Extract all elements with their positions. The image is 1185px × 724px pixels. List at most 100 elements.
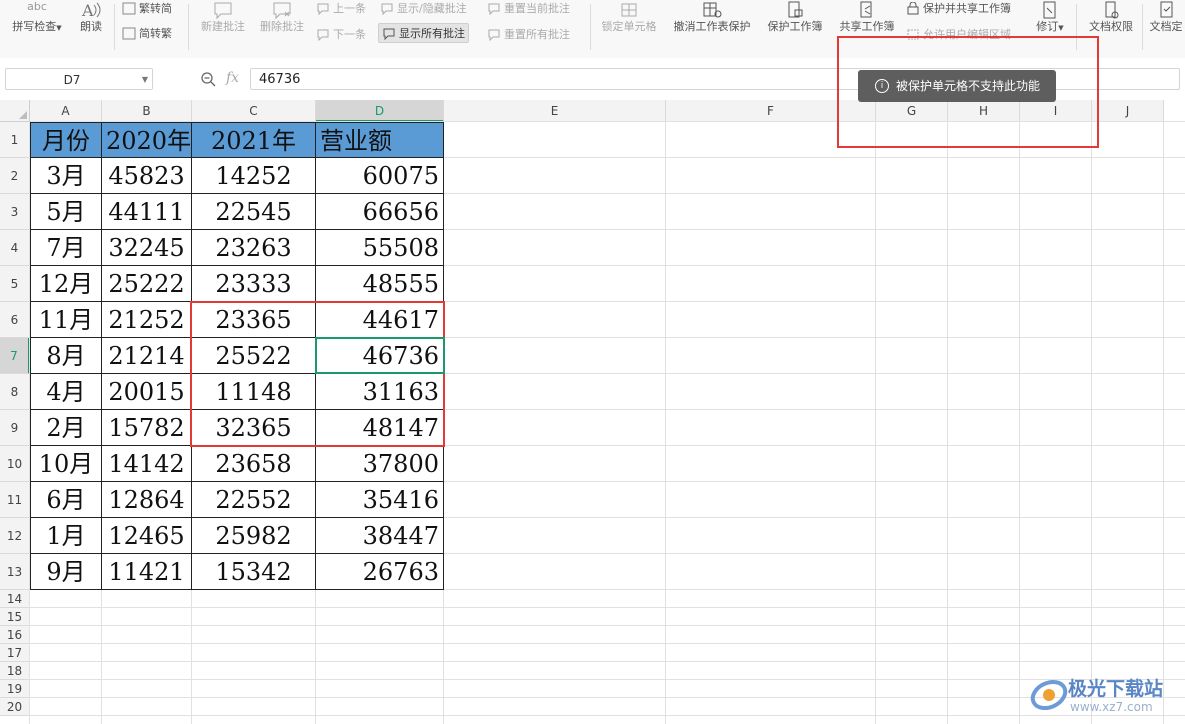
- protect-share-icon: [907, 1, 919, 14]
- column-header-a[interactable]: A: [30, 100, 102, 122]
- table-cell[interactable]: 14252: [192, 158, 316, 194]
- table-cell[interactable]: 12月: [30, 266, 102, 302]
- row-header-19[interactable]: 19: [0, 680, 30, 698]
- chevron-down-icon[interactable]: ▼: [142, 69, 148, 91]
- row-header-16[interactable]: 16: [0, 626, 30, 644]
- row-header-10[interactable]: 10: [0, 446, 30, 482]
- select-all-corner[interactable]: [0, 100, 30, 122]
- row-header-13[interactable]: 13: [0, 554, 30, 590]
- table-header-cell[interactable]: 2020年: [102, 122, 192, 158]
- table-cell[interactable]: 12465: [102, 518, 192, 554]
- spreadsheet-grid[interactable]: A B C D E F G H I J 1 2 3 4 5 6 7 8 9 10 11 12 13 14 15 16 17 18 19 2…: [0, 100, 1185, 724]
- row-header-6[interactable]: 6: [0, 302, 30, 338]
- column-header-c[interactable]: C: [192, 100, 316, 122]
- table-cell[interactable]: 35416: [316, 482, 444, 518]
- row-header-1[interactable]: 1: [0, 122, 30, 158]
- delete-comment-button[interactable]: 删除批注: [255, 0, 309, 34]
- table-cell[interactable]: 15342: [192, 554, 316, 590]
- table-cell[interactable]: 8月: [30, 338, 102, 374]
- table-cell[interactable]: 55508: [316, 230, 444, 266]
- table-cell[interactable]: 15782: [102, 410, 192, 446]
- table-cell[interactable]: 12864: [102, 482, 192, 518]
- table-cell[interactable]: 21214: [102, 338, 192, 374]
- spell-check-button[interactable]: abc 拼写检查▼: [8, 0, 66, 35]
- row-header-20[interactable]: 20: [0, 698, 30, 716]
- row-header-11[interactable]: 11: [0, 482, 30, 518]
- ribbon-separator: [590, 4, 591, 50]
- name-box[interactable]: D7 ▼: [5, 68, 153, 90]
- table-cell[interactable]: 7月: [30, 230, 102, 266]
- table-header-cell[interactable]: 月份: [30, 122, 102, 158]
- table-cell[interactable]: 26763: [316, 554, 444, 590]
- table-cell[interactable]: 38447: [316, 518, 444, 554]
- next-item-button[interactable]: 下一条: [316, 26, 366, 42]
- table-cell[interactable]: 2月: [30, 410, 102, 446]
- row-header-7[interactable]: 7: [0, 338, 30, 374]
- revise-button[interactable]: 修订▼: [1030, 0, 1070, 35]
- active-cell-cursor[interactable]: [315, 337, 445, 374]
- lock-cell-button[interactable]: 锁定单元格: [596, 0, 662, 34]
- table-cell[interactable]: 6月: [30, 482, 102, 518]
- zoom-icon[interactable]: [200, 71, 216, 87]
- fx-icon[interactable]: fx: [226, 70, 239, 86]
- share-workbook-button[interactable]: 共享工作簿: [834, 0, 900, 34]
- protect-workbook-button[interactable]: 保护工作簿: [762, 0, 828, 34]
- table-cell[interactable]: 23333: [192, 266, 316, 302]
- table-cell[interactable]: 11月: [30, 302, 102, 338]
- doc-final-button[interactable]: 文档定: [1146, 0, 1185, 34]
- column-header-b[interactable]: B: [102, 100, 192, 122]
- ribbon-separator: [1142, 4, 1143, 50]
- row-header-5[interactable]: 5: [0, 266, 30, 302]
- table-cell[interactable]: 48555: [316, 266, 444, 302]
- unprotect-sheet-button[interactable]: 撤消工作表保护: [668, 0, 756, 34]
- column-header-j[interactable]: J: [1092, 100, 1164, 122]
- table-header-cell[interactable]: 营业额: [316, 122, 444, 158]
- row-header-8[interactable]: 8: [0, 374, 30, 410]
- row-header-9[interactable]: 9: [0, 410, 30, 446]
- reset-all-comments-button[interactable]: 重置所有批注: [487, 26, 570, 42]
- read-aloud-button[interactable]: A 朗读: [76, 0, 106, 34]
- table-cell[interactable]: 5月: [30, 194, 102, 230]
- row-header-4[interactable]: 4: [0, 230, 30, 266]
- table-cell[interactable]: 21252: [102, 302, 192, 338]
- doc-permission-button[interactable]: 文档权限: [1082, 0, 1140, 34]
- table-cell[interactable]: 20015: [102, 374, 192, 410]
- reset-current-comment-button[interactable]: 重置当前批注: [487, 0, 570, 16]
- table-cell[interactable]: 1月: [30, 518, 102, 554]
- table-cell[interactable]: 3月: [30, 158, 102, 194]
- row-header-2[interactable]: 2: [0, 158, 30, 194]
- table-cell[interactable]: 10月: [30, 446, 102, 482]
- table-cell[interactable]: 14142: [102, 446, 192, 482]
- protect-share-workbook-button[interactable]: 保护并共享工作簿: [906, 0, 1011, 16]
- show-hide-comment-button[interactable]: 显示/隐藏批注: [380, 0, 467, 16]
- table-cell[interactable]: 22545: [192, 194, 316, 230]
- new-comment-button[interactable]: 新建批注: [196, 0, 250, 34]
- column-header-e[interactable]: E: [444, 100, 666, 122]
- table-cell[interactable]: 60075: [316, 158, 444, 194]
- table-cell[interactable]: 4月: [30, 374, 102, 410]
- table-header-cell[interactable]: 2021年: [192, 122, 316, 158]
- table-cell[interactable]: 23658: [192, 446, 316, 482]
- prev-item-button[interactable]: 上一条: [316, 0, 366, 16]
- table-cell[interactable]: 22552: [192, 482, 316, 518]
- table-cell[interactable]: 37800: [316, 446, 444, 482]
- table-cell[interactable]: 45823: [102, 158, 192, 194]
- row-header-14[interactable]: 14: [0, 590, 30, 608]
- table-cell[interactable]: 9月: [30, 554, 102, 590]
- table-cell[interactable]: 44111: [102, 194, 192, 230]
- column-header-d[interactable]: D: [316, 100, 444, 122]
- table-cell[interactable]: 32245: [102, 230, 192, 266]
- simp-to-trad-button[interactable]: 简转繁: [122, 25, 172, 41]
- table-cell[interactable]: 25982: [192, 518, 316, 554]
- row-header-15[interactable]: 15: [0, 608, 30, 626]
- show-all-comments-button[interactable]: 显示所有批注: [378, 23, 469, 43]
- table-cell[interactable]: 66656: [316, 194, 444, 230]
- row-header-18[interactable]: 18: [0, 662, 30, 680]
- table-cell[interactable]: 25222: [102, 266, 192, 302]
- row-header-17[interactable]: 17: [0, 644, 30, 662]
- table-cell[interactable]: 23263: [192, 230, 316, 266]
- table-cell[interactable]: 11421: [102, 554, 192, 590]
- trad-to-simp-button[interactable]: 繁转简: [122, 0, 172, 16]
- row-header-12[interactable]: 12: [0, 518, 30, 554]
- row-header-3[interactable]: 3: [0, 194, 30, 230]
